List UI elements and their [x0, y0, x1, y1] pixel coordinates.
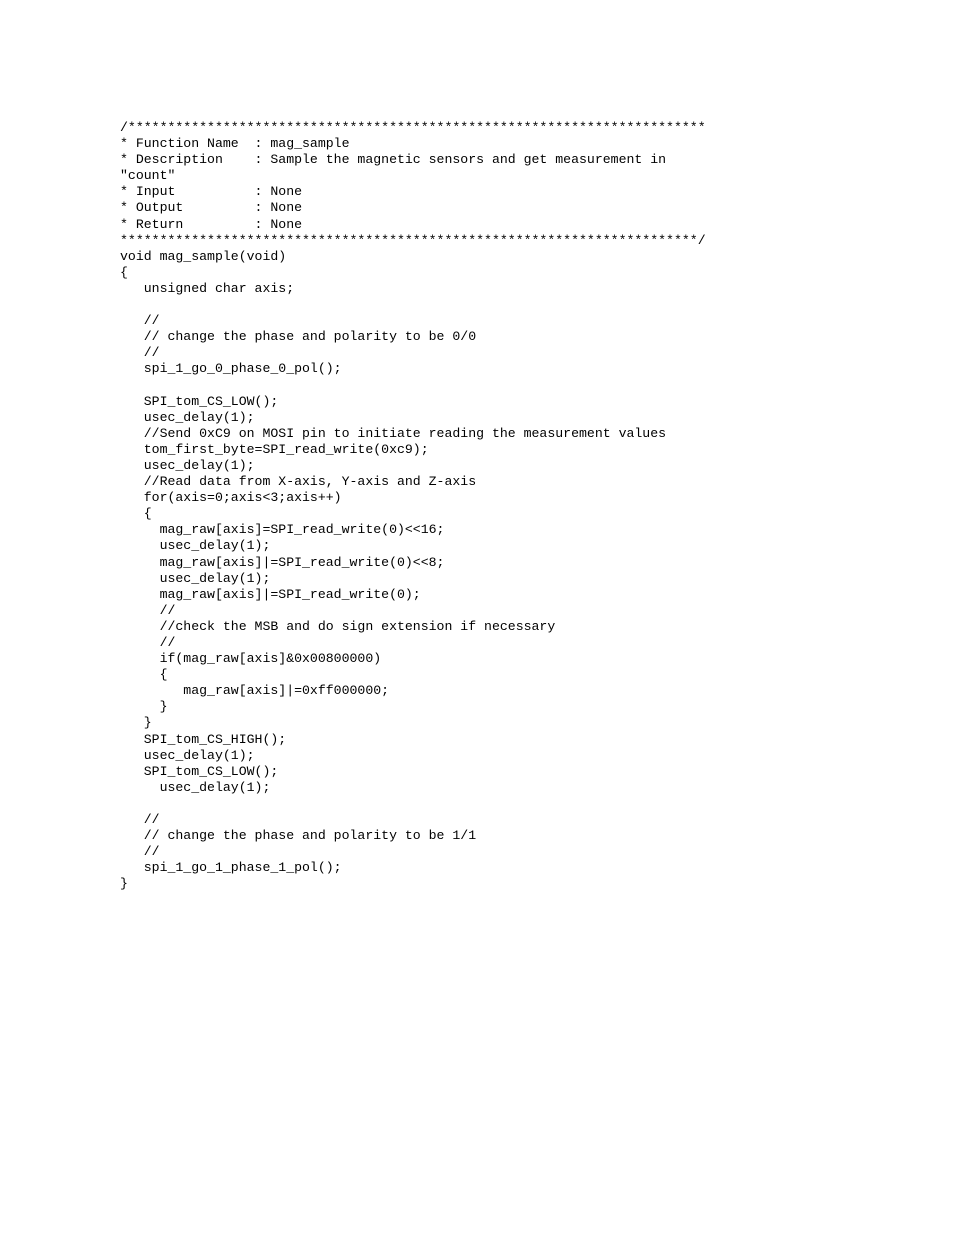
- code-page: /***************************************…: [0, 0, 954, 893]
- code-block: /***************************************…: [120, 120, 706, 891]
